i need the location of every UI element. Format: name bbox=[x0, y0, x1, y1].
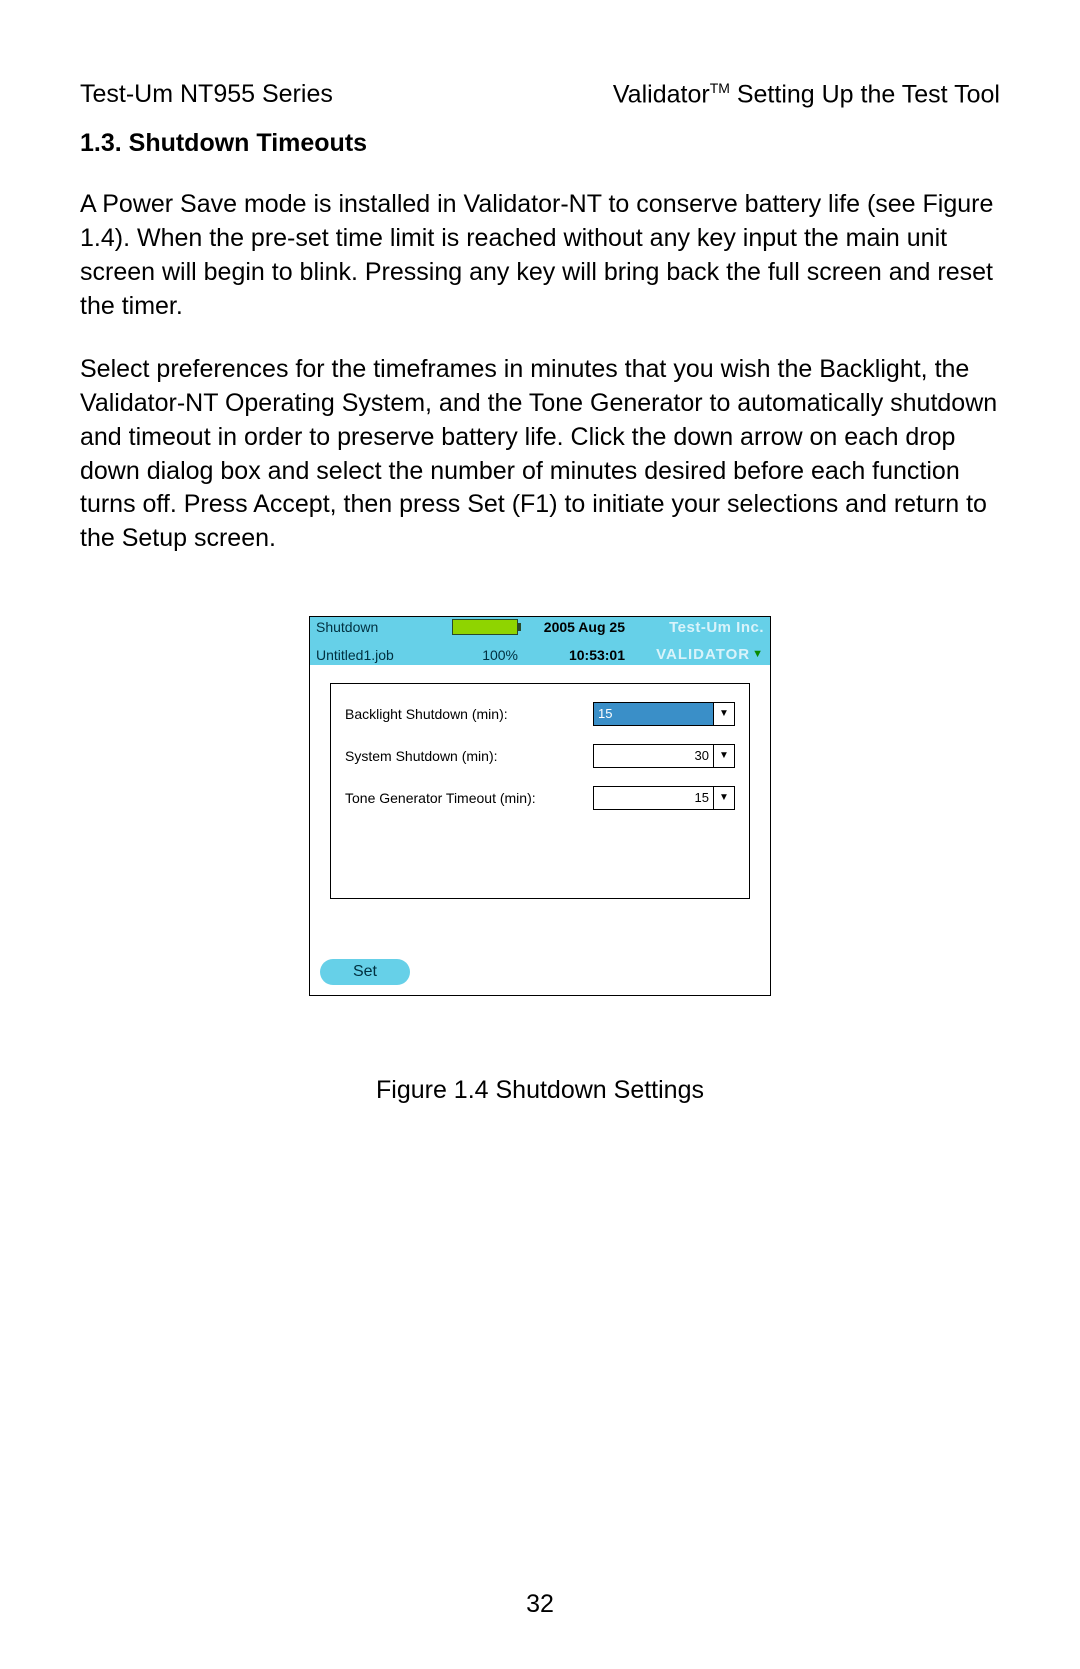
header-left: Test-Um NT955 Series bbox=[80, 80, 333, 109]
status-bar: Shutdown Untitled1.job 100% 2005 Aug 25 … bbox=[310, 617, 770, 665]
combo-tone[interactable]: 15 ▼ bbox=[593, 786, 735, 810]
row-tone: Tone Generator Timeout (min): 15 ▼ bbox=[345, 786, 735, 810]
label-backlight: Backlight Shutdown (min): bbox=[345, 706, 508, 722]
status-title: Shutdown bbox=[316, 619, 436, 635]
header-right: ValidatorTM Setting Up the Test Tool bbox=[613, 80, 1000, 109]
device-screenshot: Shutdown Untitled1.job 100% 2005 Aug 25 … bbox=[309, 616, 771, 996]
header-right-suffix: Setting Up the Test Tool bbox=[730, 80, 1000, 108]
chevron-down-icon[interactable]: ▼ bbox=[713, 787, 734, 809]
battery-percent: 100% bbox=[482, 647, 518, 663]
page-number: 32 bbox=[0, 1590, 1080, 1619]
paragraph-2: Select preferences for the timeframes in… bbox=[80, 353, 1000, 556]
battery-icon bbox=[452, 619, 518, 635]
status-job: Untitled1.job bbox=[316, 647, 436, 663]
settings-panel: Backlight Shutdown (min): 15 ▼ System Sh… bbox=[330, 683, 750, 899]
header-right-prefix: Validator bbox=[613, 80, 710, 108]
trademark-superscript: TM bbox=[710, 80, 730, 96]
combo-system[interactable]: 30 ▼ bbox=[593, 744, 735, 768]
combo-backlight-value: 15 bbox=[594, 703, 713, 725]
label-system: System Shutdown (min): bbox=[345, 748, 498, 764]
softkey-bar: Set bbox=[310, 953, 770, 995]
label-tone: Tone Generator Timeout (min): bbox=[345, 790, 536, 806]
paragraph-1: A Power Save mode is installed in Valida… bbox=[80, 188, 1000, 323]
figure-caption: Figure 1.4 Shutdown Settings bbox=[80, 1076, 1000, 1105]
row-system: System Shutdown (min): 30 ▼ bbox=[345, 744, 735, 768]
row-backlight: Backlight Shutdown (min): 15 ▼ bbox=[345, 702, 735, 726]
brand-line-2-text: VALIDATOR bbox=[656, 646, 750, 663]
brand-line-2: VALIDATOR▼ bbox=[656, 646, 764, 663]
combo-system-value: 30 bbox=[594, 745, 713, 767]
brand-line-1: Test-Um Inc. bbox=[669, 619, 764, 636]
status-date: 2005 Aug 25 bbox=[544, 619, 625, 635]
section-title: 1.3. Shutdown Timeouts bbox=[80, 129, 1000, 158]
chevron-down-icon[interactable]: ▼ bbox=[713, 745, 734, 767]
chevron-down-icon[interactable]: ▼ bbox=[713, 703, 734, 725]
page-header: Test-Um NT955 Series ValidatorTM Setting… bbox=[80, 80, 1000, 109]
set-button[interactable]: Set bbox=[320, 959, 410, 985]
combo-tone-value: 15 bbox=[594, 787, 713, 809]
combo-backlight[interactable]: 15 ▼ bbox=[593, 702, 735, 726]
brand-triangle-icon: ▼ bbox=[752, 648, 764, 660]
status-time: 10:53:01 bbox=[569, 647, 625, 663]
